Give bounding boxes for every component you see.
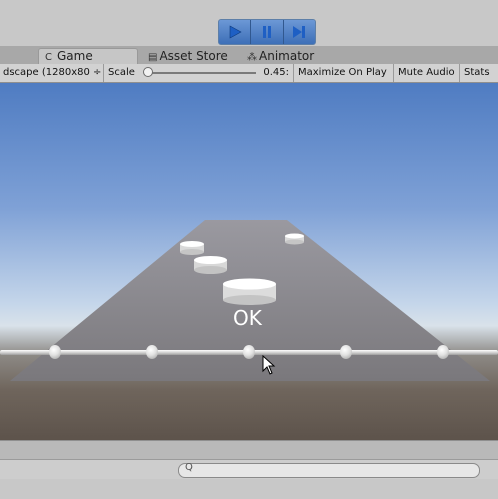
play-button[interactable] — [219, 20, 252, 44]
console-body — [0, 479, 498, 499]
maximize-on-play-toggle[interactable]: Maximize On Play — [294, 64, 394, 82]
tab-animator[interactable]: ⁂ Animator — [247, 49, 314, 64]
tab-asset-store[interactable]: ▤ Asset Store — [148, 49, 228, 64]
rail-knob-4[interactable] — [340, 345, 352, 359]
pause-icon — [262, 26, 271, 38]
scale-label: Scale — [108, 67, 135, 78]
scale-slider-thumb[interactable] — [143, 67, 153, 77]
resolution-dropdown[interactable]: dscape (1280x80 ÷ — [0, 64, 104, 82]
step-icon — [293, 26, 306, 38]
console-search-bar: Q — [0, 459, 498, 480]
play-toolbar — [0, 0, 498, 46]
scale-value: 0.45: — [256, 64, 294, 82]
play-icon — [229, 25, 242, 39]
rail-knob-1[interactable] — [49, 345, 61, 359]
puck-medium — [194, 256, 227, 274]
game-viewport[interactable]: OK — [0, 83, 498, 440]
mute-audio-toggle[interactable]: Mute Audio — [394, 64, 460, 82]
stats-toggle[interactable]: Stats — [460, 64, 498, 82]
mouse-cursor-icon — [262, 355, 276, 375]
rail-knob-2[interactable] — [146, 345, 158, 359]
tab-game[interactable]: C Game — [38, 48, 138, 65]
console-search-input[interactable]: Q — [178, 462, 480, 478]
playback-controls — [218, 19, 316, 45]
game-objects — [180, 233, 304, 305]
game-icon: C — [45, 52, 52, 63]
search-icon: Q — [185, 462, 193, 473]
tab-animator-label: Animator — [259, 49, 315, 63]
game-view-toolbar: dscape (1280x80 ÷ Scale 0.45: Maximize O… — [0, 64, 498, 83]
ok-label: OK — [233, 306, 262, 330]
puck-small-right — [285, 233, 304, 245]
asset-store-icon: ▤ — [148, 52, 158, 63]
tab-strip: C Game ▤ Asset Store ⁂ Animator — [0, 46, 498, 65]
pause-button[interactable] — [251, 20, 284, 44]
tab-game-label: Game — [56, 49, 93, 63]
rail-knob-3[interactable] — [243, 345, 255, 359]
step-button[interactable] — [283, 20, 315, 44]
tab-asset-store-label: Asset Store — [159, 49, 228, 63]
puck-small-left — [180, 241, 204, 255]
rail-knob-5[interactable] — [437, 345, 449, 359]
console-toolbar — [0, 440, 498, 460]
animator-icon: ⁂ — [247, 52, 257, 63]
puck-large — [223, 278, 276, 305]
scale-slider-track[interactable] — [146, 72, 256, 74]
